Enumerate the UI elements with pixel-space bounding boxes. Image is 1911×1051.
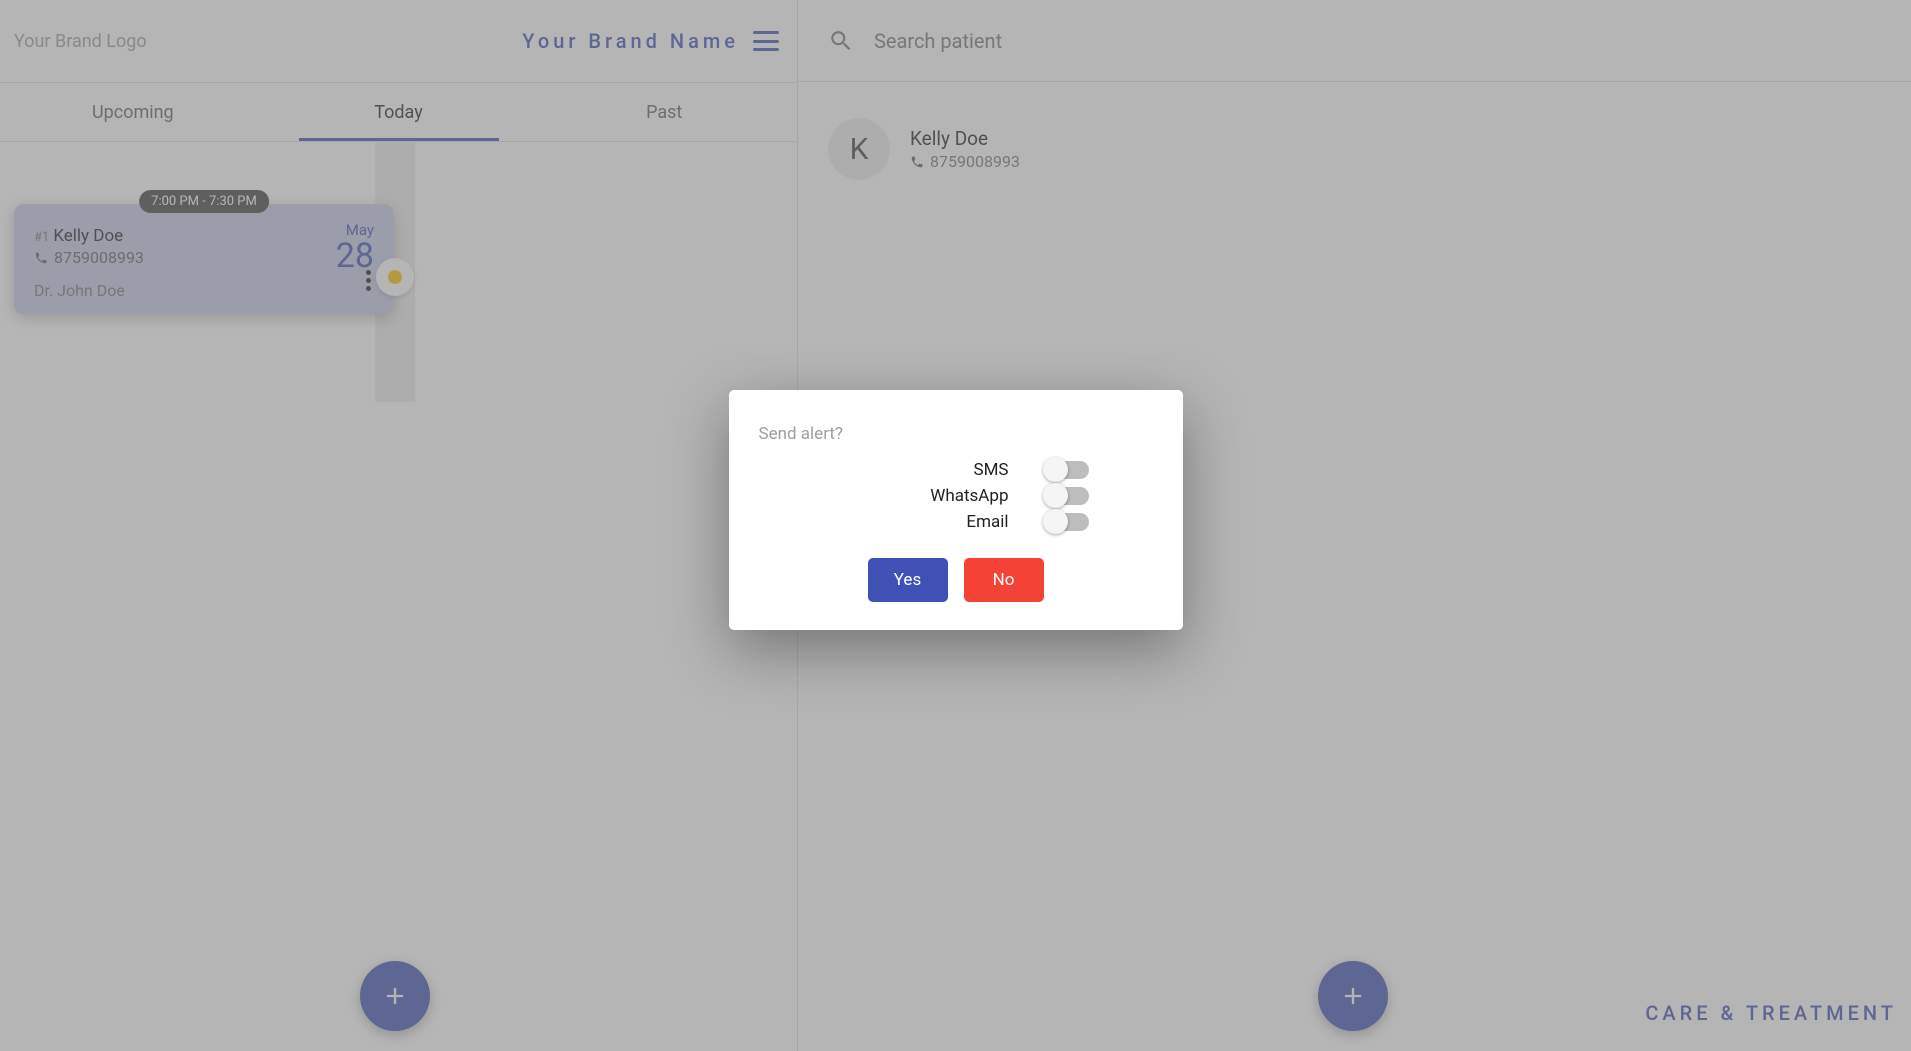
toggle-knob xyxy=(1043,483,1068,508)
alert-label-whatsapp: WhatsApp xyxy=(930,486,1008,506)
toggle-whatsapp[interactable] xyxy=(1045,487,1089,505)
toggle-sms[interactable] xyxy=(1045,461,1089,479)
send-alert-dialog: Send alert? SMS WhatsApp Email Yes No xyxy=(729,390,1183,630)
alert-row-email: Email xyxy=(759,512,1153,532)
alert-row-sms: SMS xyxy=(759,460,1153,480)
no-button[interactable]: No xyxy=(964,558,1044,602)
modal-overlay[interactable]: Send alert? SMS WhatsApp Email Yes No xyxy=(0,0,1911,1051)
alert-row-whatsapp: WhatsApp xyxy=(759,486,1153,506)
dialog-title: Send alert? xyxy=(759,424,1153,444)
yes-button[interactable]: Yes xyxy=(868,558,948,602)
dialog-actions: Yes No xyxy=(759,558,1153,602)
toggle-knob xyxy=(1043,457,1068,482)
toggle-knob xyxy=(1043,509,1068,534)
alert-label-email: Email xyxy=(966,512,1008,532)
toggle-email[interactable] xyxy=(1045,513,1089,531)
alert-label-sms: SMS xyxy=(973,460,1008,480)
